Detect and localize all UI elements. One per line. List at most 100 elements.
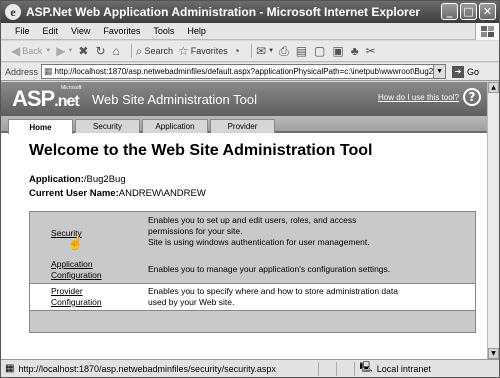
mail-button[interactable]: ✉ ▼: [256, 44, 274, 58]
forward-arrow-icon: ▶: [56, 44, 66, 58]
status-pane: [354, 361, 356, 376]
zone-label: Local intranet: [376, 363, 431, 374]
link-line: Provider: [51, 286, 83, 296]
tab-security[interactable]: Security: [75, 119, 140, 133]
minimize-button[interactable]: _: [441, 3, 458, 20]
page-content: ASP.net Microsoft Web Site Administratio…: [1, 82, 487, 359]
menu-tools[interactable]: Tools: [153, 26, 174, 36]
address-url: http://localhost:1870/asp.netwebadminfil…: [54, 67, 435, 76]
user-value: ANDREW\ANDREW: [118, 188, 206, 199]
menu-help[interactable]: Help: [187, 26, 206, 36]
close-button[interactable]: ✕: [479, 3, 496, 20]
favorites-button[interactable]: ☆ Favorites: [178, 44, 228, 58]
status-bar: ▦ http://localhost:1870/asp.netwebadminf…: [1, 359, 499, 377]
print-button[interactable]: ⎙: [279, 44, 291, 59]
window-controls: _ □ ✕: [441, 3, 496, 20]
browser-window: e ASP.Net Web Application Administration…: [0, 0, 500, 378]
standard-toolbar: ◀ Back ▼ ▶ ▼ ✖ ↻ ⌂ ⌕ Search ☆ Favorites ◔…: [1, 41, 499, 62]
research-icon: ▣: [332, 44, 344, 58]
link-line: Configuration: [51, 270, 102, 280]
home-button[interactable]: ⌂: [113, 44, 122, 58]
provider-configuration-link[interactable]: Provider Configuration: [30, 284, 148, 310]
application-configuration-description: Enables you to manage your application's…: [148, 258, 475, 283]
description-line: permissions for your site.: [148, 226, 243, 236]
menu-file[interactable]: File: [15, 26, 30, 36]
favorites-label: Favorites: [190, 46, 228, 56]
menu-view[interactable]: View: [71, 26, 90, 36]
scroll-up-icon[interactable]: ▲: [488, 82, 499, 93]
history-button[interactable]: ◔: [233, 44, 242, 58]
messenger-icon: ♣: [350, 44, 359, 58]
maximize-button[interactable]: □: [460, 3, 477, 20]
description-line: Enables you to specify where and how to …: [148, 286, 398, 296]
stop-button[interactable]: ✖: [78, 44, 90, 58]
address-bar: Address ▦ http://localhost:1870/asp.netw…: [1, 63, 499, 81]
go-label: Go: [467, 66, 480, 77]
back-button[interactable]: ◀ Back ▼: [11, 44, 51, 58]
forward-dropdown-icon[interactable]: ▼: [67, 48, 73, 54]
help-link[interactable]: How do I use this tool?: [378, 93, 459, 102]
security-link[interactable]: Security: [30, 212, 148, 258]
toolbar-separator: [130, 44, 132, 58]
tools-icon: ✂: [365, 44, 376, 58]
tab-home[interactable]: Home: [8, 119, 73, 134]
status-pane: [336, 361, 354, 376]
discuss-button[interactable]: ▢: [314, 44, 327, 58]
print-icon: ⎙: [279, 43, 289, 58]
edit-button[interactable]: ▤: [296, 44, 309, 58]
window-title: ASP.Net Web Application Administration -…: [26, 5, 421, 19]
intranet-zone-icon: 🖳: [359, 362, 373, 373]
help-icon[interactable]: ?: [463, 88, 481, 106]
page-title: Welcome to the Web Site Administration T…: [29, 142, 373, 159]
stop-icon: ✖: [78, 44, 89, 58]
description-line: Site is using windows authentication for…: [148, 237, 370, 247]
admin-banner: ASP.net Microsoft Web Site Administratio…: [1, 82, 487, 116]
description-line: Enables you to set up and edit users, ro…: [148, 215, 357, 225]
security-zone: 🖳 Local intranet: [359, 360, 430, 377]
scroll-down-icon[interactable]: ▼: [488, 348, 499, 359]
link-line: Configuration: [51, 297, 102, 307]
status-url: http://localhost:1870/asp.netwebadminfil…: [18, 363, 276, 374]
application-label: Application:: [29, 174, 84, 185]
description-line: Enables you to manage your application's…: [148, 264, 391, 274]
user-info: Current User Name:ANDREW\ANDREW: [29, 188, 206, 199]
menu-bar: File Edit View Favorites Tools Help: [1, 23, 499, 40]
mail-icon: ✉: [256, 44, 267, 58]
table-row: Application Configuration Enables you to…: [30, 258, 475, 283]
menu-favorites[interactable]: Favorites: [103, 26, 140, 36]
edit-page-icon: ▤: [295, 44, 308, 58]
back-dropdown-icon[interactable]: ▼: [45, 48, 51, 54]
hand-cursor-icon: ☝: [67, 235, 84, 250]
refresh-icon: ↻: [95, 44, 106, 58]
mail-dropdown-icon[interactable]: ▼: [268, 48, 274, 54]
address-input[interactable]: ▦ http://localhost:1870/asp.netwebadminf…: [41, 64, 435, 79]
description-line: used by your Web site.: [148, 297, 235, 307]
logo-asp-text: ASP: [12, 86, 55, 111]
vertical-scrollbar[interactable]: ▲ ▼: [487, 82, 499, 359]
tools-button[interactable]: ✂: [366, 44, 378, 58]
research-button[interactable]: ▣: [332, 44, 345, 58]
favorites-star-icon: ☆: [178, 44, 189, 58]
page-loading-icon: ▦: [5, 363, 15, 374]
menu-edit[interactable]: Edit: [43, 26, 59, 36]
tab-application[interactable]: Application: [142, 119, 208, 133]
logo-net-text: .net: [54, 93, 79, 110]
back-arrow-icon: ◀: [11, 44, 21, 58]
search-button[interactable]: ⌕ Search: [136, 44, 173, 59]
provider-configuration-description: Enables you to specify where and how to …: [148, 284, 475, 310]
tab-provider[interactable]: Provider: [210, 119, 275, 133]
refresh-button[interactable]: ↻: [95, 44, 107, 58]
user-label: Current User Name:: [29, 188, 119, 199]
windows-flag-icon: [475, 23, 499, 40]
page-icon: ▦: [44, 66, 53, 76]
admin-sections-table: Security Enables you to set up and edit …: [29, 211, 476, 333]
history-icon: ◔: [232, 44, 241, 58]
discuss-icon: ▢: [314, 44, 326, 58]
application-configuration-link[interactable]: Application Configuration: [30, 258, 148, 283]
forward-button[interactable]: ▶ ▼: [56, 44, 73, 58]
go-button[interactable]: ➔ Go: [452, 65, 480, 78]
application-value: /Bug2Bug: [83, 174, 126, 185]
security-description: Enables you to set up and edit users, ro…: [148, 212, 475, 258]
messenger-button[interactable]: ♣: [351, 44, 361, 58]
address-dropdown-button[interactable]: ▼: [434, 64, 447, 79]
